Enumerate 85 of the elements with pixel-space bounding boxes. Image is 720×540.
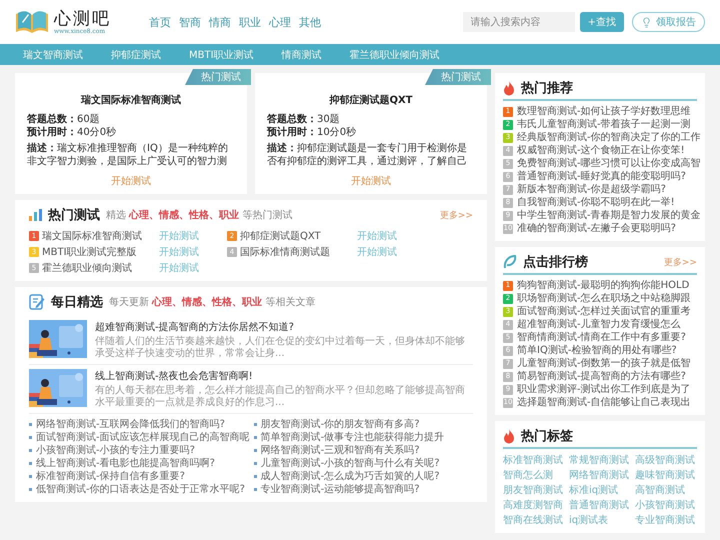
article-link[interactable]: 超准智商测试-儿童智力发育缓慢怎么 (517, 318, 681, 331)
article-excerpt: 伴随着人们的生活节奏越来越快，人们在仓促的变幻中过着每一天，但身体却不能够承受这样子快速变动的世界，常常会让身... (95, 336, 466, 360)
article-link[interactable]: 儿童智商测试-倒数第一的孩子就是低智 (517, 357, 691, 370)
bullet-icon (29, 488, 32, 491)
test-name[interactable]: MBTI职业测试完整版 (42, 245, 137, 259)
bullet-icon (29, 475, 32, 478)
article-excerpt: 有的人每天都在思考着，怎么样才能提高自己的智商水平？但却忽略了能够提高智商水平最重要的一点就是养成良好的作息习... (95, 385, 466, 409)
nav-link[interactable]: 其他 (299, 14, 321, 30)
article-link[interactable]: 小孩智商测试-小孩的专注力重要吗? (36, 444, 195, 457)
section-title: 每日精选 (51, 294, 103, 311)
ribbon-label: 热门测试 (425, 69, 491, 85)
article-link[interactable]: 简单IQ测试-检验智商的用处有哪些? (517, 344, 677, 357)
ribbon-label: 热门测试 (185, 69, 251, 85)
article-link[interactable]: 中学生智商测试-青春期是智力发展的黄金 (517, 209, 701, 222)
article-link[interactable]: 智商情商测试-情商在工作中有多重要? (517, 331, 686, 344)
nav-link[interactable]: 首页 (149, 14, 171, 30)
nav-link[interactable]: 职业 (239, 14, 261, 30)
article-link[interactable]: 权威智商测试-这个食物正在让你变笨! (517, 144, 685, 157)
article-link[interactable]: 面试智商测试-怎样过关面试官的重重考 (517, 305, 691, 318)
test-name[interactable]: 瑞文国际标准智商测试 (42, 229, 142, 243)
logo-title: 心测吧 (54, 10, 111, 28)
bullet-icon (29, 436, 32, 439)
article-link[interactable]: 标准智商测试-保持自信有多重要? (36, 470, 185, 483)
bullet-icon (29, 449, 32, 452)
article-link[interactable]: 儿童智商测试-小孩的智商与什么有关呢? (260, 457, 440, 470)
section-title: 热门测试 (48, 206, 100, 224)
stat-text: 答题总数：30题 (267, 113, 341, 126)
article-link[interactable]: 网络智商测试-三观和智商有关系吗? (260, 444, 420, 457)
article-title[interactable]: 超难智商测试-提高智商的方法你居然不知道? (95, 320, 473, 334)
article-link[interactable]: 职业需求测评-测试出你工作到底是为了 (517, 383, 691, 396)
card-title: 抑郁症测试题QXT (328, 94, 414, 107)
description-text: 描述：瑞文标准推理智商（IQ）是一种纯粹的非文字智力测验，是国际上广受认可的智力测 (27, 142, 229, 168)
bar-chart-icon (29, 209, 42, 221)
bullet-icon (254, 436, 257, 439)
flame-icon (503, 428, 515, 444)
article-link[interactable]: 免费智商测试-哪些习惯可以让你变成高智 (517, 157, 701, 170)
search-field[interactable]: 请输入搜索内容 (462, 12, 575, 32)
section-title: 点击排行榜 (523, 254, 589, 271)
section-subtitle: 精选 心理、情感、性格、职业 等热门测试 (106, 208, 294, 222)
article-link[interactable]: 面试智商测试-面试应该怎样展现自己的高智商呢 (36, 431, 250, 444)
article-link[interactable]: 经典版智商测试-你的智商决定了你的工作 (517, 131, 701, 144)
article-link[interactable]: 专业智商测试-运动能够提高智商吗? (260, 483, 420, 496)
article-link[interactable]: 简易智商测试-提高智商的方法有哪些? (517, 370, 686, 383)
article-link[interactable]: 选择题智商测试-自信能够让自己表现出 (517, 396, 691, 409)
article-link[interactable]: 狗狗智商测试-最聪明的狗狗你能HOLD (517, 279, 690, 292)
article-link[interactable]: 韦氏儿童智商测试-带着孩子一起测一测 (517, 118, 691, 131)
book-logo-icon (15, 9, 49, 35)
article-link[interactable]: 准确的智商测试-左撇子会更聪明吗? (517, 222, 676, 235)
article-link[interactable]: 网络智商测试-互联网会降低我们的智商吗? (36, 418, 225, 431)
bullet-icon (29, 462, 32, 465)
nav-link[interactable]: 心理 (269, 14, 291, 30)
lightbulb-icon (641, 16, 652, 28)
stat-text: 预计用时：40分0秒 (27, 126, 118, 139)
article-link[interactable]: 线上智商测试-看电影也能提高智商吗啊? (36, 457, 215, 470)
card-title: 瑞文国际标准智商测试 (80, 93, 182, 107)
nav-link[interactable]: 情商 (209, 14, 231, 30)
bullet-icon (29, 423, 32, 426)
article-link[interactable]: 职场智商测试-怎么在职场之中站稳脚跟 (517, 292, 691, 305)
section-title: 热门标签 (521, 428, 573, 445)
test-name[interactable]: 抑郁症测试题QXT (240, 229, 321, 243)
test-name[interactable]: 霍兰德职业倾向测试 (42, 261, 132, 275)
article-title[interactable]: 线上智商测试-熬夜也会危害智商啊! (95, 369, 473, 383)
leaf-icon (503, 255, 517, 269)
nav-link[interactable]: 智商 (179, 14, 201, 30)
description-text: 描述：抑郁症测试题是一套专门用于检测你是否有抑郁症的测评工具，通过测评，了解自己 (267, 142, 468, 168)
test-name[interactable]: 国际标准情商测试题 (240, 245, 330, 259)
bullet-icon (254, 462, 257, 465)
bullet-icon (254, 423, 257, 426)
note-edit-icon (29, 294, 45, 310)
article-link[interactable]: 普通智商测试-睡好觉真的能变聪明吗? (517, 170, 686, 183)
flame-icon (503, 80, 515, 96)
section-title: 热门推荐 (521, 80, 573, 97)
article-link[interactable]: 成人智商测试-怎么成为巧舌如簧的人呢? (260, 470, 440, 483)
stat-text: 答题总数：60题 (27, 113, 101, 126)
section-subtitle: 每天更新 心理、情感、性格、职业 等相关文章 (109, 295, 316, 309)
bullet-icon (254, 488, 257, 491)
article-link[interactable]: 简单智商测试-做事专注也能获得能力提升 (260, 431, 444, 444)
article-link[interactable]: 数理智商测试-如何让孩子学好数理思维 (517, 105, 691, 118)
article-link[interactable]: 朋友智商测试-你的朋友智商有多高? (260, 418, 420, 431)
bullet-icon (254, 475, 257, 478)
article-link[interactable]: 新版本智商测试-你是超级学霸吗? (517, 183, 666, 196)
stat-text: 预计用时：10分0秒 (267, 126, 358, 139)
article-link[interactable]: 低智商测试-你的口语表达是否处于正常水平呢? (36, 483, 245, 496)
article-link[interactable]: 自我智商测试-你聪不聪明在此一举! (517, 196, 675, 209)
bullet-icon (254, 449, 257, 452)
